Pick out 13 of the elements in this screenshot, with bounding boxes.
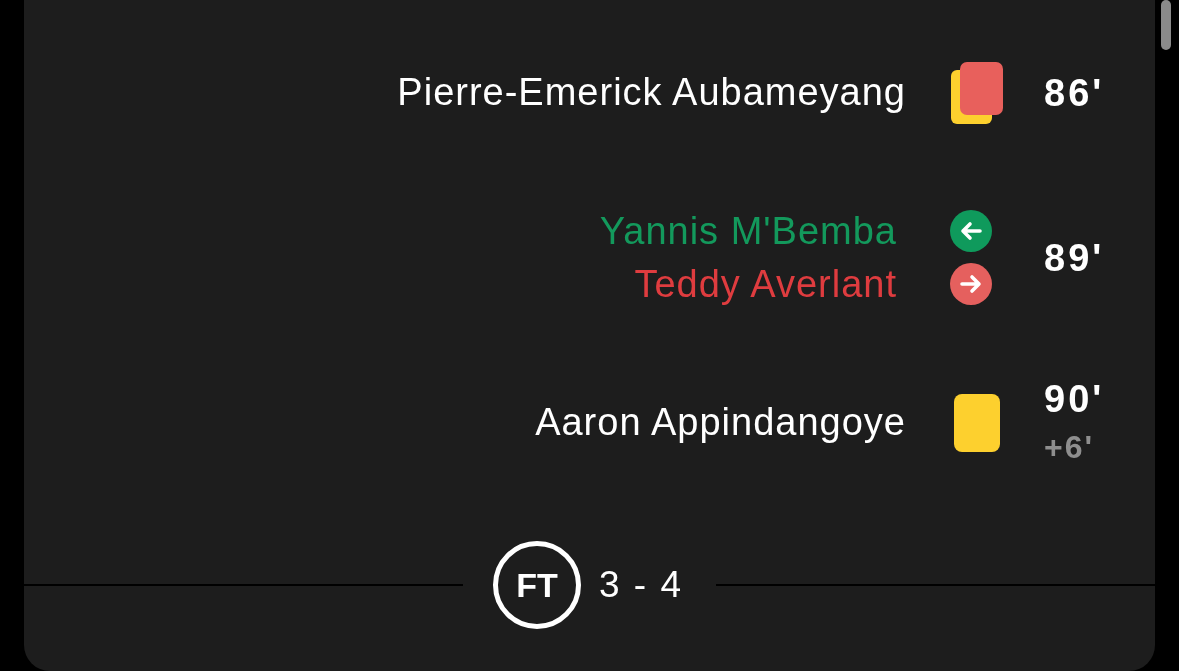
minute: 86' bbox=[1044, 70, 1105, 116]
player-in-name: Yannis M'Bemba bbox=[599, 208, 897, 254]
card-icon bbox=[954, 393, 1000, 452]
added-time: +6' bbox=[1044, 427, 1095, 467]
minute: 90' bbox=[1044, 376, 1105, 422]
final-score: 3 - 4 bbox=[599, 564, 684, 606]
player-out-name: Teddy Averlant bbox=[634, 261, 897, 307]
minute: 89' bbox=[1044, 235, 1105, 281]
full-time-badge: FT bbox=[493, 541, 581, 629]
stacked-cards-icon bbox=[951, 61, 1003, 124]
scrollbar-thumb[interactable] bbox=[1161, 0, 1171, 50]
player-name: Pierre-Emerick Aubameyang bbox=[397, 70, 906, 115]
player-name: Aaron Appindangoye bbox=[535, 400, 906, 445]
